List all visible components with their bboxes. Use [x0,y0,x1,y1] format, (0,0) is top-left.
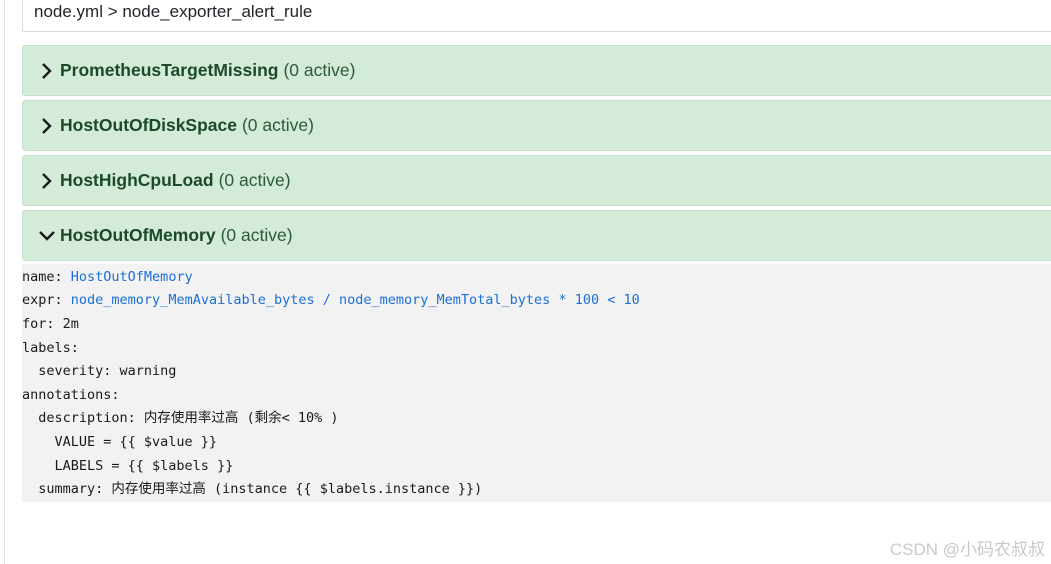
rule-name: HostHighCpuLoad [60,170,214,190]
yaml-severity-line: severity: warning [22,363,177,379]
rule-active-count: (0 active) [220,225,293,245]
yaml-for-line: for: 2m [22,316,79,332]
yaml-key: name: [22,269,71,285]
yaml-expr-link[interactable]: node_memory_MemAvailable_bytes / node_me… [71,292,640,308]
chevron-down-icon [36,225,58,247]
rule-header-host-high-cpu-load[interactable]: HostHighCpuLoad (0 active) [22,155,1051,206]
breadcrumb: node.yml > node_exporter_alert_rule [34,2,313,21]
rule-name: HostOutOfMemory [60,225,216,245]
left-divider [4,0,5,564]
yaml-description-line: description: 内存使用率过高 (剩余< 10% ) [22,410,339,426]
rule-name: HostOutOfDiskSpace [60,115,237,135]
yaml-annotations-line: annotations: [22,387,120,403]
yaml-labels-var-line: LABELS = {{ $labels }} [22,458,234,474]
yaml-name-line: name: HostOutOfMemory [22,267,193,287]
yaml-labels-line: labels: [22,340,79,356]
chevron-right-icon [36,115,58,137]
rule-active-count: (0 active) [241,115,314,135]
yaml-expr-line: expr: node_memory_MemAvailable_bytes / n… [22,290,640,310]
page: node.yml > node_exporter_alert_rule Prom… [0,0,1051,564]
rule-header-prometheus-target-missing[interactable]: PrometheusTargetMissing (0 active) [22,45,1051,96]
yaml-rule-name-link[interactable]: HostOutOfMemory [71,269,193,285]
rule-active-count: (0 active) [218,170,291,190]
yaml-key: expr: [22,292,71,308]
yaml-summary-line: summary: 内存使用率过高 (instance {{ $labels.in… [22,481,483,497]
rule-header-host-out-of-memory[interactable]: HostOutOfMemory (0 active) [22,210,1051,261]
rule-active-count: (0 active) [283,60,356,80]
chevron-right-icon [36,170,58,192]
watermark: CSDN @小码农叔叔 [889,540,1045,559]
chevron-right-icon [36,60,58,82]
rule-header-host-out-of-disk-space[interactable]: HostOutOfDiskSpace (0 active) [22,100,1051,151]
yaml-value-line: VALUE = {{ $value }} [22,434,218,450]
rule-name: PrometheusTargetMissing [60,60,279,80]
